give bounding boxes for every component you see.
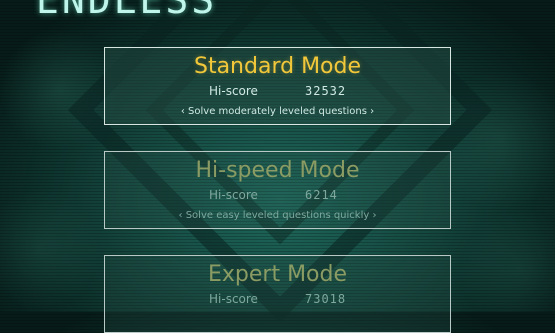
hiscore-value: 32532: [305, 84, 347, 98]
hiscore-label: Hi-score: [209, 188, 258, 202]
page-title: ENDLESS: [36, 0, 218, 22]
mode-description: ‹ Solve moderately leveled questions ›: [180, 106, 375, 117]
hiscore-value: 6214: [305, 188, 338, 202]
hiscore-label: Hi-score: [209, 84, 258, 98]
mode-card-hi-speed[interactable]: Hi-speed Mode Hi-score 6214 ‹ Solve easy…: [104, 151, 451, 229]
hiscore-value: 73018: [305, 292, 347, 306]
mode-title: Standard Mode: [193, 54, 362, 79]
mode-description: ‹ Solve easy leveled questions quickly ›: [178, 210, 377, 221]
hiscore-row: Hi-score 6214: [105, 186, 450, 204]
mode-title: Hi-speed Mode: [195, 158, 360, 183]
mode-title: Expert Mode: [207, 262, 348, 287]
hiscore-row: Hi-score 73018: [105, 290, 450, 308]
mode-card-expert[interactable]: Expert Mode Hi-score 73018: [104, 255, 451, 333]
mode-card-standard[interactable]: Standard Mode Hi-score 32532 ‹ Solve mod…: [104, 47, 451, 125]
hiscore-row: Hi-score 32532: [105, 82, 450, 100]
hiscore-label: Hi-score: [209, 292, 258, 306]
